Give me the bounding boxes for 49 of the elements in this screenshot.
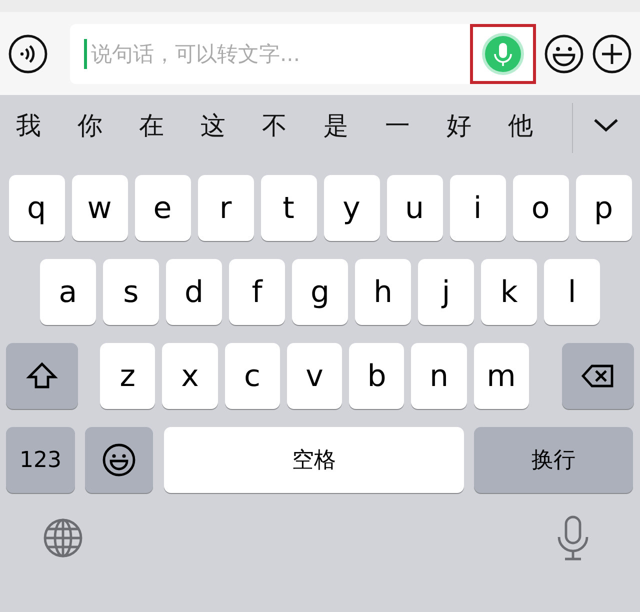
letter-key[interactable]: a	[40, 259, 96, 325]
letter-key[interactable]: o	[512, 175, 568, 241]
candidate-word[interactable]: 他	[508, 108, 570, 142]
letter-key[interactable]: u	[386, 175, 442, 241]
candidate-word[interactable]: 在	[139, 108, 200, 142]
letter-key[interactable]: f	[229, 259, 285, 325]
candidate-word[interactable]: 不	[262, 108, 324, 142]
voice-wave-icon[interactable]	[8, 34, 48, 74]
letter-key[interactable]: z	[100, 343, 156, 409]
letter-key[interactable]: s	[103, 259, 159, 325]
candidate-word[interactable]: 好	[446, 108, 508, 142]
letter-key[interactable]: b	[349, 343, 404, 409]
letter-key[interactable]: h	[355, 259, 411, 325]
letter-key[interactable]: v	[286, 343, 342, 409]
candidate-word[interactable]: 一	[385, 108, 446, 142]
candidate-word[interactable]: 这	[200, 108, 262, 142]
numbers-key[interactable]: 123	[6, 427, 75, 493]
candidate-word[interactable]: 你	[78, 108, 139, 142]
letter-key[interactable]: e	[134, 175, 190, 241]
text-cursor	[84, 38, 87, 68]
letter-key[interactable]: t	[260, 175, 316, 241]
backspace-key[interactable]	[562, 343, 634, 409]
letter-key[interactable]: c	[224, 343, 280, 409]
text-field[interactable]: 说句话，可以转文字...	[70, 24, 470, 84]
letter-key[interactable]: l	[544, 259, 600, 325]
shift-key[interactable]	[6, 343, 78, 409]
smiley-icon	[101, 442, 137, 478]
return-key[interactable]: 换行	[474, 427, 633, 493]
space-key[interactable]: 空格	[164, 427, 464, 493]
emoji-icon[interactable]	[544, 34, 584, 74]
letter-key[interactable]: q	[8, 175, 64, 241]
letter-key[interactable]: p	[576, 175, 632, 241]
voice-to-text-button[interactable]	[470, 24, 536, 84]
letter-key[interactable]: k	[481, 259, 537, 325]
letter-key[interactable]: w	[72, 175, 128, 241]
letter-key[interactable]: i	[450, 175, 506, 241]
letter-key[interactable]: n	[411, 343, 467, 409]
add-icon[interactable]	[592, 34, 632, 74]
emoji-key[interactable]	[85, 427, 153, 493]
candidate-word[interactable]: 我	[16, 108, 78, 142]
letter-key[interactable]: r	[198, 175, 254, 241]
letter-key[interactable]: g	[292, 259, 348, 325]
candidate-word[interactable]: 是	[324, 108, 385, 142]
letter-key[interactable]: y	[324, 175, 380, 241]
letter-key[interactable]: m	[474, 343, 529, 409]
message-input-field[interactable]: 说句话，可以转文字...	[87, 42, 470, 66]
letter-key[interactable]: x	[162, 343, 218, 409]
letter-key[interactable]: d	[166, 259, 222, 325]
letter-key[interactable]: j	[418, 259, 474, 325]
